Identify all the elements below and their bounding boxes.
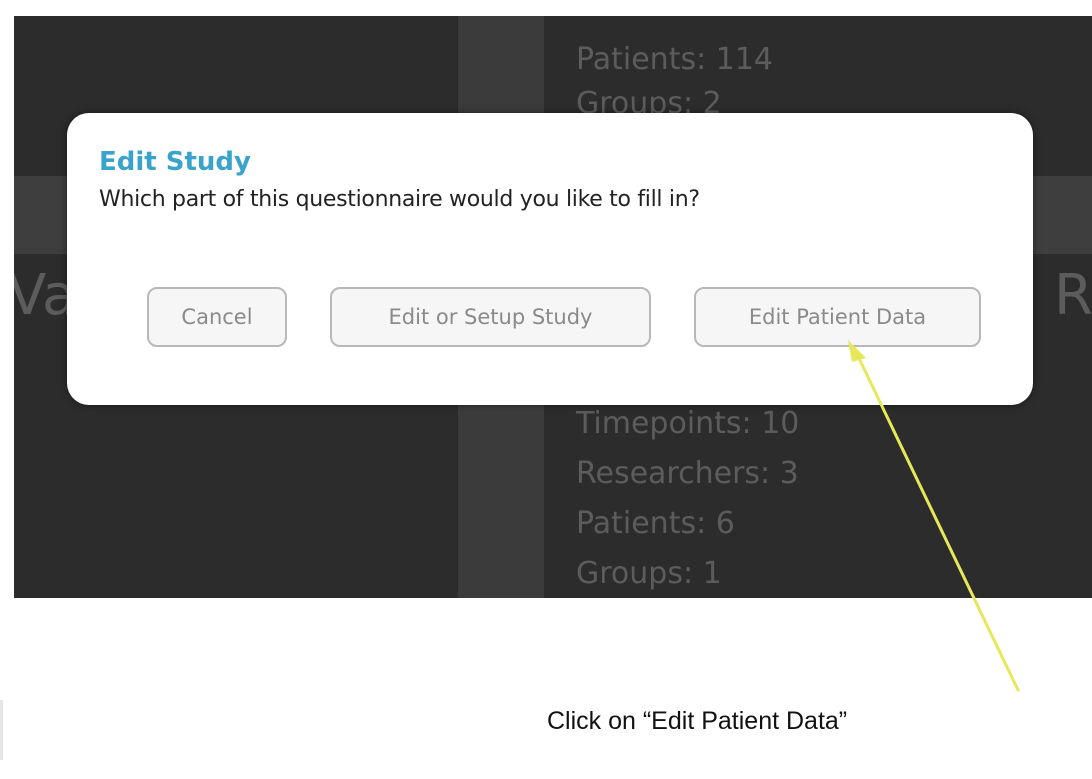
edit-patient-data-button[interactable]: Edit Patient Data [694, 287, 981, 347]
dialog-message: Which part of this questionnaire would y… [99, 187, 700, 212]
bg-card-top-patients: Patients: 114 [576, 42, 773, 77]
bg-card-bottom-timepoints: Timepoints: 10 [576, 406, 800, 441]
dialog-title: Edit Study [99, 147, 251, 177]
cancel-button[interactable]: Cancel [147, 287, 287, 347]
edit-study-dialog: Edit Study Which part of this questionna… [67, 113, 1033, 405]
bg-card-bottom-groups: Groups: 1 [576, 556, 722, 591]
bg-right-heading-fragment: R [1054, 263, 1092, 328]
bg-card-bottom-patients: Patients: 6 [576, 506, 735, 541]
bg-card-bottom-researchers: Researchers: 3 [576, 456, 799, 491]
screenshot-stage: Patients: 114 Groups: 2 Va R Timepoints:… [0, 0, 1092, 779]
left-edge-divider [0, 700, 3, 760]
bg-card-top-partial [576, 16, 586, 32]
annotation-caption: Click on “Edit Patient Data” [547, 707, 848, 735]
edit-setup-study-button[interactable]: Edit or Setup Study [330, 287, 651, 347]
